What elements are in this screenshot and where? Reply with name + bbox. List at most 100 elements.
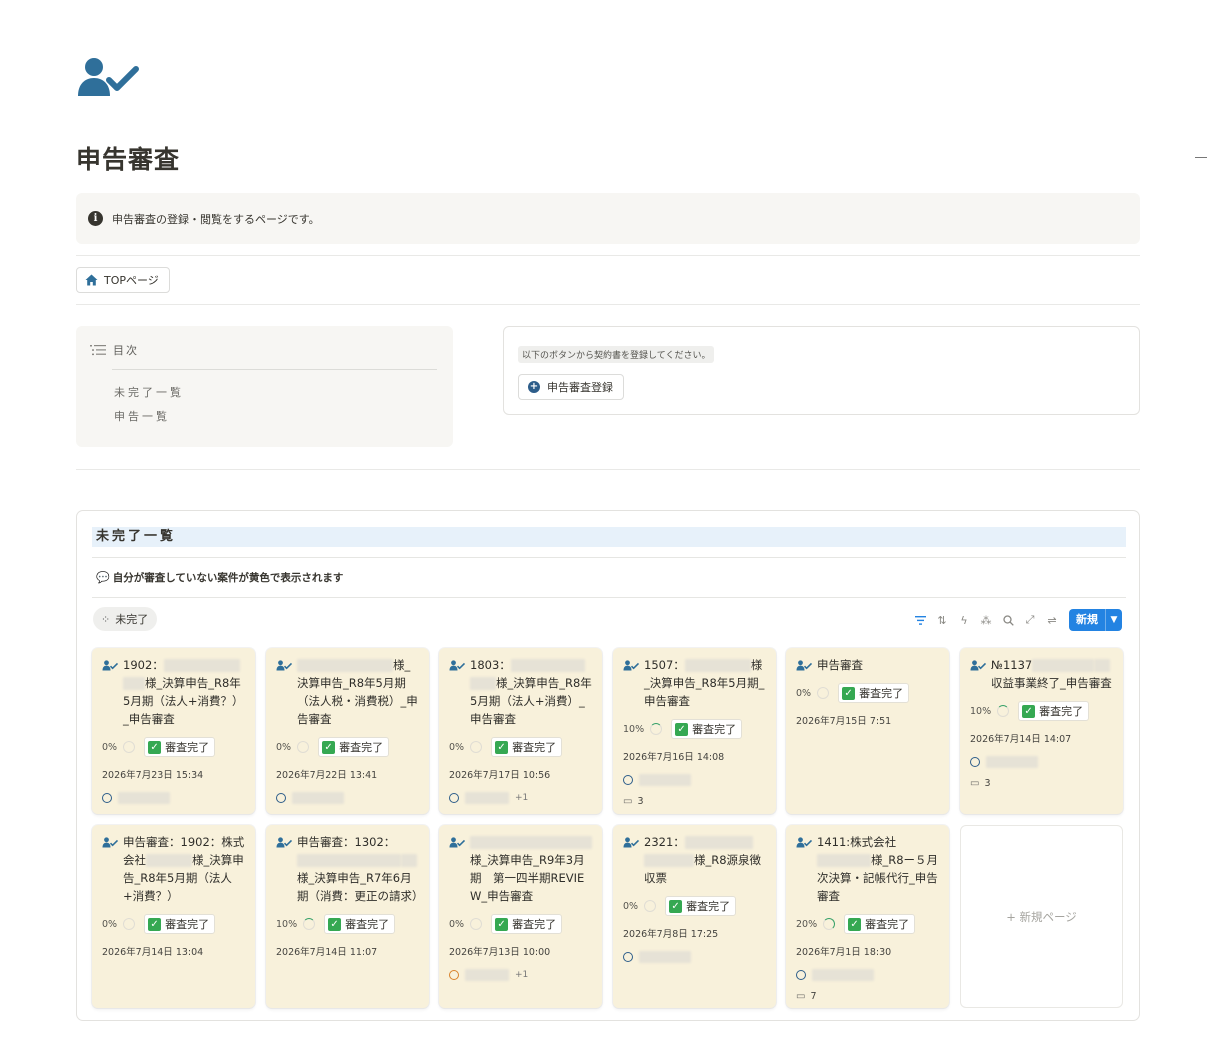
check-icon: ✓	[1022, 704, 1036, 718]
board-card[interactable]: 1507： 様_決算申告_R8年5月期_申告審査 10% ✓ 審査完了 2026年7月16…	[613, 648, 776, 814]
person-check-icon	[623, 837, 640, 848]
progress-ring-icon	[817, 687, 830, 699]
divider	[76, 255, 1140, 256]
progress-ring-icon	[644, 900, 657, 912]
card-title-prefix: 申告審査	[817, 658, 863, 672]
loading-icon: ⁘	[101, 612, 111, 626]
board-card[interactable]: 申告審査：1302： 様_決算申告_R7年6月期（消費：更正の請求） 10% ✓ 審査完…	[266, 825, 429, 1008]
status-label: 審査完了	[165, 918, 210, 931]
redacted-name	[401, 854, 417, 867]
card-assignee: +1	[449, 792, 592, 804]
status-label: 審査完了	[512, 918, 557, 931]
redacted-name	[986, 756, 1038, 768]
new-button[interactable]: 新規 ▼	[1069, 609, 1122, 631]
card-progress: 10%	[276, 918, 298, 930]
card-progress: 20%	[796, 918, 818, 930]
board-card[interactable]: 申告審査 0% ✓ 審査完了 2026年7月15日 7:51	[786, 648, 949, 814]
person-check-icon	[449, 660, 466, 671]
status-badge: ✓ 審査完了	[491, 737, 563, 757]
card-progress: 0%	[623, 900, 639, 912]
card-title-prefix: 申告審査：1302：	[297, 835, 396, 849]
person-icon	[970, 757, 980, 767]
divider	[92, 597, 1126, 598]
progress-ring-icon	[297, 741, 310, 753]
status-label: 審査完了	[686, 900, 731, 913]
sort-icon[interactable]: ⇅	[931, 610, 953, 630]
table-of-contents: 目次 未完了一覧 申告一覧	[76, 326, 453, 447]
board-card[interactable]: 2321：様_R8源泉徴収票 0% ✓ 審査完了 2026年7月8日 17:25	[613, 825, 776, 1008]
comment-count: 7	[810, 991, 817, 1002]
info-icon: i	[88, 211, 103, 226]
toc-item-filings[interactable]: 申告一覧	[114, 408, 439, 432]
comment-count: 3	[637, 796, 644, 807]
status-badge: ✓ 審査完了	[318, 737, 390, 757]
status-badge: ✓ 審査完了	[491, 914, 563, 934]
redacted-name	[470, 836, 592, 849]
toc-title: 目次	[113, 344, 139, 357]
progress-ring-icon	[997, 705, 1010, 717]
card-title-suffix: 様_決算申告_R9年3月期 第一四半期REVIEW_申告審査	[470, 853, 585, 903]
top-page-label: TOPページ	[104, 274, 159, 287]
settings-icon[interactable]: ⇌	[1041, 610, 1063, 630]
register-button-label: 申告審査登録	[547, 381, 613, 394]
card-progress: 10%	[970, 705, 992, 717]
person-icon	[276, 793, 286, 803]
filter-icon[interactable]	[909, 610, 931, 630]
status-label: 審査完了	[865, 918, 910, 931]
status-badge: ✓ 審査完了	[1018, 701, 1090, 721]
comment-icon: ▭	[623, 796, 633, 807]
person-check-icon	[796, 660, 813, 671]
board-card[interactable]: 様_決算申告_R9年3月期 第一四半期REVIEW_申告審査 0% ✓ 審査完了 202…	[439, 825, 602, 1008]
status-badge: ✓ 審査完了	[324, 914, 396, 934]
card-progress: 0%	[796, 687, 812, 699]
divider-mark	[1195, 157, 1207, 158]
card-date: 2026年7月16日 14:08	[623, 752, 725, 763]
board-card[interactable]: 1803：様_決算申告_R8年5月期（法人+消費）_申告審査 0% ✓ 審査完了 202…	[439, 648, 602, 814]
divider	[76, 469, 1140, 470]
check-icon: ✓	[322, 740, 336, 754]
redacted-name	[297, 659, 393, 672]
card-progress: 0%	[276, 741, 292, 753]
status-label: 審査完了	[339, 741, 384, 754]
card-title-prefix: 2321：	[644, 835, 685, 849]
board-card[interactable]: 1411:株式会社様_R8ー５月次決算・記帳代行_申告審査 20% ✓ 審査完了 202…	[786, 825, 949, 1008]
view-tab-label: 未完了	[115, 613, 149, 626]
search-icon[interactable]	[997, 610, 1019, 630]
new-page-card[interactable]: + 新規ページ	[960, 825, 1123, 1008]
comment-count: 3	[984, 778, 991, 789]
view-tab-incomplete[interactable]: ⁘ 未完了	[93, 607, 158, 631]
progress-ring-icon	[650, 723, 663, 735]
magic-icon[interactable]: ⁂	[975, 610, 997, 630]
redacted-name	[465, 969, 509, 981]
status-label: 審査完了	[165, 741, 210, 754]
divider	[92, 557, 1126, 558]
board-card[interactable]: №1137 収益事業終了_申告審査 10% ✓ 審査完了 2026年7月14日 14:07…	[960, 648, 1123, 814]
top-page-link[interactable]: TOPページ	[76, 267, 170, 293]
register-button[interactable]: + 申告審査登録	[518, 374, 624, 400]
board-card[interactable]: 1902：様_決算申告_R8年5月期（法人+消費？）_申告審査 0% ✓ 審査完了 20…	[92, 648, 255, 814]
lightning-icon[interactable]: ϟ	[953, 610, 975, 630]
chevron-down-icon[interactable]: ▼	[1105, 609, 1122, 631]
progress-ring-icon	[123, 918, 136, 930]
redacted-name	[639, 951, 691, 963]
toc-item-incomplete[interactable]: 未完了一覧	[114, 384, 439, 408]
check-icon: ✓	[842, 686, 856, 700]
status-label: 審査完了	[1039, 705, 1084, 718]
assignee-extra: +1	[515, 793, 529, 803]
list-icon	[90, 345, 106, 356]
card-date: 2026年7月23日 15:34	[102, 770, 204, 781]
expand-icon[interactable]: ⤢	[1019, 610, 1041, 630]
board-card[interactable]: 様_決算申告_R8年5月期（法人税・消費税）_申告審査 0% ✓ 審査完了 2026年7…	[266, 648, 429, 814]
redacted-name	[465, 792, 509, 804]
card-comments: ▭ 3	[970, 778, 1113, 789]
board-card[interactable]: 申告審査：1902：株式会社 様_決算申告_R8年5月期（法人+消費？） 0% ✓ 審査…	[92, 825, 255, 1008]
check-icon: ✓	[328, 917, 342, 931]
status-badge: ✓ 審査完了	[144, 737, 216, 757]
person-icon	[623, 775, 633, 785]
person-check-icon	[76, 56, 140, 100]
redacted-name	[684, 659, 751, 672]
progress-ring-icon	[823, 918, 836, 930]
card-comments: ▭ 3	[623, 796, 766, 807]
person-check-icon	[970, 660, 987, 671]
card-assignee	[276, 792, 419, 804]
